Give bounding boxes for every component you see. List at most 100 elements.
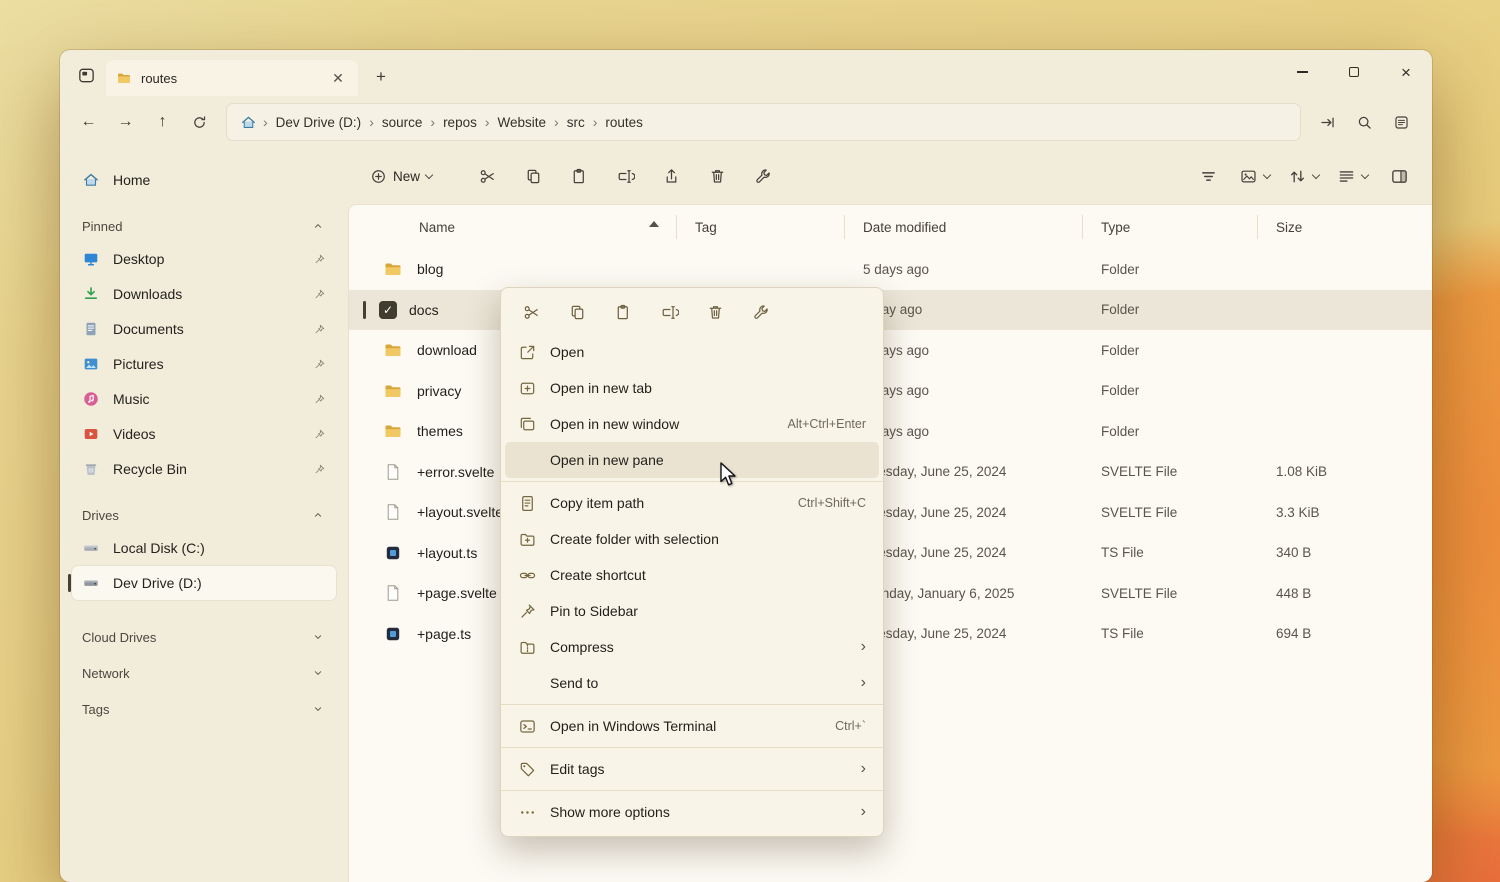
breadcrumb-source[interactable]: source — [375, 111, 430, 134]
new-tab-button[interactable]: + — [368, 64, 394, 90]
column-header-date-modified[interactable]: Date modified — [845, 205, 1083, 249]
menu-item-open-in-new-window[interactable]: Open in new window Alt+Ctrl+Enter — [505, 406, 879, 442]
sidebar-item-documents[interactable]: Documents — [72, 312, 336, 346]
close-button[interactable]: × — [1380, 50, 1432, 94]
copy-button[interactable] — [514, 158, 552, 194]
menu-item-pin-to-sidebar[interactable]: Pin to Sidebar — [505, 593, 879, 629]
file-name: +layout.ts — [417, 545, 477, 561]
sidebar-section-pinned[interactable]: Pinned — [60, 211, 348, 241]
selection-accent-bar — [363, 301, 366, 319]
submenu-chevron-icon: › — [861, 639, 866, 655]
more-options-icon — [518, 803, 537, 822]
forward-button[interactable]: → — [107, 105, 144, 139]
menu-item-edit-tags[interactable]: Edit tags › — [505, 751, 879, 787]
menu-item-copy-item-path[interactable]: Copy item path Ctrl+Shift+C — [505, 485, 879, 521]
column-header-size[interactable]: Size — [1258, 205, 1432, 249]
svelte-file-icon — [383, 583, 403, 603]
back-button[interactable]: ← — [70, 105, 107, 139]
details-button[interactable] — [1383, 105, 1420, 139]
sidebar-section-tags[interactable]: Tags — [60, 694, 348, 724]
menu-item-open-in-new-pane[interactable]: Open in new pane — [505, 442, 879, 478]
thumbnail-options-button[interactable] — [1233, 158, 1276, 194]
properties-button[interactable] — [743, 296, 779, 328]
menu-item-create-folder-with-selection[interactable]: Create folder with selection — [505, 521, 879, 557]
tab-list-button[interactable] — [70, 59, 102, 91]
delete-button[interactable] — [698, 158, 736, 194]
sidebar-item-desktop[interactable]: Desktop — [72, 242, 336, 276]
address-bar[interactable]: › Dev Drive (D:) › source › repos › Webs… — [226, 103, 1301, 141]
submenu-chevron-icon: › — [861, 761, 866, 777]
menu-item-open-in-new-tab[interactable]: Open in new tab — [505, 370, 879, 406]
refresh-button[interactable] — [181, 105, 218, 139]
file-name: +error.svelte — [417, 464, 494, 480]
sidebar-item-recycle-bin[interactable]: Recycle Bin — [72, 452, 336, 486]
delete-button[interactable] — [697, 296, 733, 328]
rename-button[interactable] — [606, 158, 644, 194]
sidebar-item-home[interactable]: Home — [72, 163, 336, 197]
chevron-down-icon — [1361, 170, 1369, 178]
breadcrumb-separator-icon: › — [429, 114, 436, 130]
new-button[interactable]: New — [360, 158, 442, 194]
preview-pane-button[interactable] — [1380, 158, 1418, 194]
breadcrumb-drive[interactable]: Dev Drive (D:) — [269, 111, 369, 134]
ts-file-icon — [383, 543, 403, 563]
breadcrumb-routes[interactable]: routes — [598, 111, 650, 134]
breadcrumb-repos[interactable]: repos — [436, 111, 484, 134]
column-header-tag[interactable]: Tag — [677, 205, 845, 249]
properties-button[interactable] — [744, 158, 782, 194]
sidebar-item-local-disk[interactable]: Local Disk (C:) — [72, 531, 336, 565]
column-label: Tag — [695, 220, 717, 235]
filter-button[interactable] — [1189, 158, 1227, 194]
up-button[interactable]: ↑ — [144, 105, 181, 139]
sidebar-item-downloads[interactable]: Downloads — [72, 277, 336, 311]
menu-item-open-in-windows-terminal[interactable]: Open in Windows Terminal Ctrl+` — [505, 708, 879, 744]
plus-circle-icon — [370, 168, 387, 185]
toolbar: New — [348, 148, 1432, 204]
column-header-type[interactable]: Type — [1083, 205, 1258, 249]
sidebar-item-music[interactable]: Music — [72, 382, 336, 416]
link-icon — [518, 566, 537, 585]
home-icon — [82, 171, 100, 189]
breadcrumb-src[interactable]: src — [560, 111, 592, 134]
menu-item-open[interactable]: Open — [505, 334, 879, 370]
rename-button[interactable] — [651, 296, 687, 328]
checkbox-checked[interactable]: ✓ — [379, 301, 397, 319]
tab-close-icon[interactable]: ✕ — [328, 68, 348, 88]
recycle-bin-icon — [82, 460, 100, 478]
file-size: 3.3 KiB — [1258, 505, 1432, 520]
navigate-end-button[interactable] — [1309, 105, 1346, 139]
menu-item-compress[interactable]: Compress › — [505, 629, 879, 665]
menu-item-show-more-options[interactable]: Show more options › — [505, 794, 879, 830]
paste-button[interactable] — [560, 158, 598, 194]
window-controls: × — [1276, 50, 1432, 94]
cut-button[interactable] — [468, 158, 506, 194]
menu-item-create-shortcut[interactable]: Create shortcut — [505, 557, 879, 593]
layout-button[interactable] — [1331, 158, 1374, 194]
sidebar-item-videos[interactable]: Videos — [72, 417, 336, 451]
sidebar-section-cloud-drives[interactable]: Cloud Drives — [60, 622, 348, 652]
sidebar-item-dev-drive[interactable]: Dev Drive (D:) — [72, 566, 336, 600]
sidebar-item-pictures[interactable]: Pictures — [72, 347, 336, 381]
section-label: Drives — [82, 508, 119, 523]
sort-button[interactable] — [1282, 158, 1325, 194]
sidebar-section-network[interactable]: Network — [60, 658, 348, 688]
copy-button[interactable] — [559, 296, 595, 328]
menu-item-send-to[interactable]: Send to › — [505, 665, 879, 701]
cut-button[interactable] — [513, 296, 549, 328]
tab-routes[interactable]: routes ✕ — [106, 60, 358, 96]
minimize-button[interactable] — [1276, 50, 1328, 94]
pin-icon — [313, 288, 326, 301]
column-header-name[interactable]: Name — [349, 205, 677, 249]
maximize-button[interactable] — [1328, 50, 1380, 94]
sidebar-item-label: Dev Drive (D:) — [113, 575, 202, 591]
home-icon[interactable] — [235, 110, 262, 135]
share-button[interactable] — [652, 158, 690, 194]
sidebar-section-drives[interactable]: Drives — [60, 500, 348, 530]
pin-icon — [313, 463, 326, 476]
paste-button[interactable] — [605, 296, 641, 328]
file-row-blog[interactable]: blog 5 days ago Folder — [349, 249, 1432, 290]
music-icon — [82, 390, 100, 408]
search-button[interactable] — [1346, 105, 1383, 139]
breadcrumb-website[interactable]: Website — [491, 111, 554, 134]
file-type: SVELTE File — [1083, 505, 1258, 520]
